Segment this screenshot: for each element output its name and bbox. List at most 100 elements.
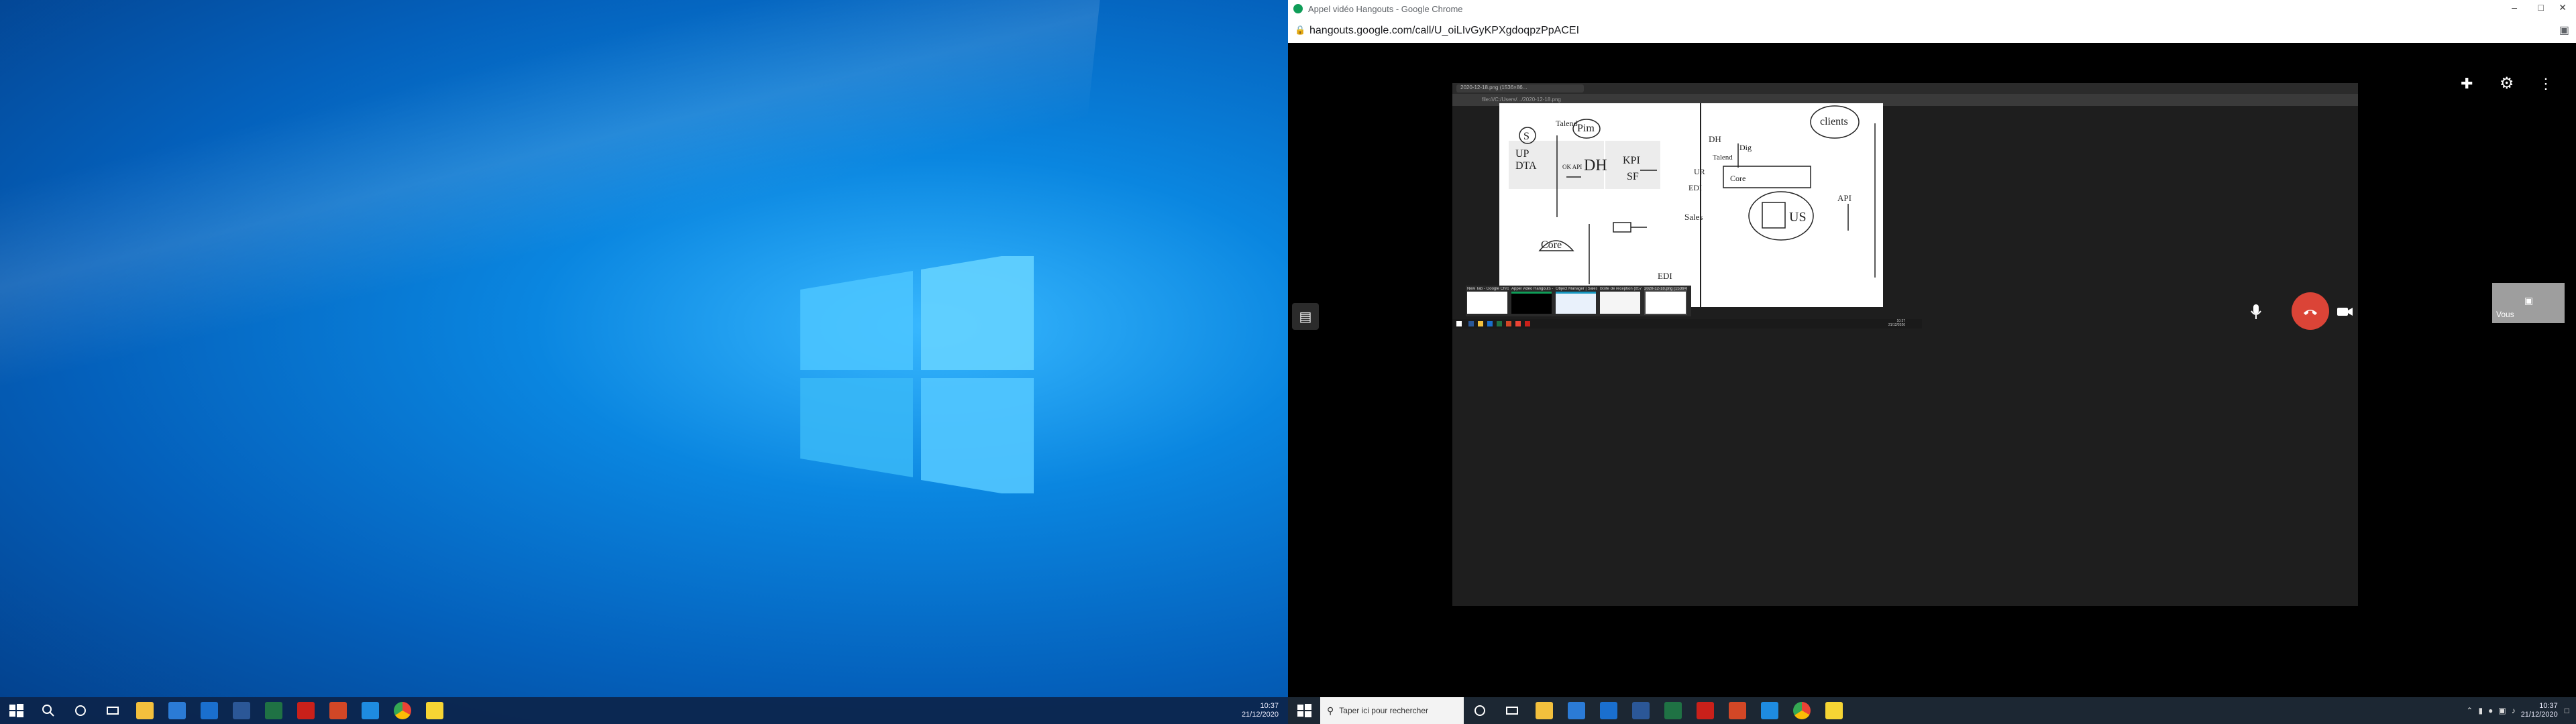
left-clock-time: 10:37 bbox=[1260, 702, 1279, 710]
wb-kpi: KPI bbox=[1623, 155, 1640, 166]
wb-pim: Pim bbox=[1577, 123, 1595, 134]
camera-icon[interactable] bbox=[2334, 302, 2355, 325]
mail-icon[interactable] bbox=[201, 702, 218, 719]
wb-talend: Talend bbox=[1556, 119, 1577, 128]
store-icon[interactable] bbox=[1568, 702, 1585, 719]
task-view-icon[interactable] bbox=[1503, 702, 1521, 719]
more-options-icon[interactable]: ⋮ bbox=[2538, 75, 2553, 93]
mic-tray-icon[interactable]: ● bbox=[2488, 706, 2493, 715]
end-call-icon[interactable] bbox=[2292, 292, 2329, 330]
left-clock[interactable]: 10:37 21/12/2020 bbox=[1242, 702, 1279, 719]
thumbnail-3-title: Boîte de réception (857) - stefa... bbox=[1600, 287, 1642, 291]
acrobat-icon[interactable] bbox=[1697, 702, 1714, 719]
shared-tab-title: 2020-12-18.png (1536×86... bbox=[1460, 84, 1527, 90]
wb-api: API bbox=[1837, 193, 1851, 203]
camera-off-icon: ▣ bbox=[2524, 295, 2534, 306]
thumbnail-4-title: 2020-12-18.png (1536×86... bbox=[1644, 287, 1687, 291]
chat-icon[interactable]: ▤ bbox=[1292, 303, 1319, 330]
wb-clients: clients bbox=[1820, 116, 1848, 127]
wb-ur: UR bbox=[1694, 167, 1705, 176]
notification-icon[interactable]: □ bbox=[2565, 706, 2569, 715]
chevron-up-icon[interactable]: ⌃ bbox=[2466, 706, 2473, 715]
wb-core2: Core bbox=[1730, 174, 1746, 183]
lock-icon: 🔒 bbox=[1295, 25, 1306, 35]
chrome-address-bar[interactable]: 🔒 hangouts.google.com/call/U_oiLIvGyKPXg… bbox=[1288, 19, 2576, 44]
left-clock-date: 21/12/2020 bbox=[1241, 711, 1279, 719]
shared-clock: 10:37 21/12/2020 bbox=[1888, 319, 1905, 327]
thumbnail-1[interactable]: Appel vidéo Hangouts - Google... bbox=[1511, 287, 1553, 315]
wb-up: UP bbox=[1515, 148, 1529, 160]
mail-icon[interactable] bbox=[1600, 702, 1617, 719]
thumbnail-strip: New Tab - Google Chrome Appel vidéo Hang… bbox=[1466, 286, 1691, 316]
excel-icon[interactable] bbox=[265, 702, 282, 719]
shared-tab-bar: 2020-12-18.png (1536×86... bbox=[1452, 83, 2358, 94]
shared-url: file:///C:/Users/.../2020-12-18.png bbox=[1482, 97, 1561, 103]
search-icon[interactable] bbox=[40, 702, 57, 719]
wb-dig: Dig bbox=[1739, 143, 1752, 152]
right-clock-date: 21/12/2020 bbox=[2520, 711, 2558, 719]
file-explorer-icon[interactable] bbox=[136, 702, 154, 719]
mic-icon[interactable] bbox=[2246, 302, 2266, 325]
powerpoint-icon[interactable] bbox=[1729, 702, 1746, 719]
store-icon[interactable] bbox=[168, 702, 186, 719]
windows-icon[interactable] bbox=[1295, 702, 1313, 719]
cast-icon[interactable]: ▣ bbox=[2559, 23, 2569, 37]
search-box[interactable]: ⚲ Taper ici pour rechercher bbox=[1320, 697, 1464, 724]
right-clock-time: 10:37 bbox=[2539, 702, 2558, 710]
edge-icon[interactable] bbox=[362, 702, 379, 719]
search-placeholder: Taper ici pour rechercher bbox=[1339, 706, 1428, 715]
sticky-icon[interactable] bbox=[1825, 702, 1843, 719]
task-view-icon[interactable] bbox=[104, 702, 121, 719]
excel-icon[interactable] bbox=[1664, 702, 1682, 719]
wb-dh: DH bbox=[1584, 157, 1607, 174]
windows-logo-wallpaper bbox=[800, 256, 1034, 493]
wb-talend2: Talend bbox=[1713, 154, 1733, 162]
self-view-tile[interactable]: ▣ Vous bbox=[2492, 283, 2565, 323]
self-label: Vous bbox=[2496, 310, 2514, 319]
minimize-icon[interactable]: – bbox=[2512, 2, 2517, 13]
shared-start-icon bbox=[1456, 321, 1462, 326]
volume-icon[interactable]: ♪ bbox=[2512, 706, 2516, 715]
thumbnail-2[interactable]: Object Manager | Salesforce -... bbox=[1556, 287, 1597, 315]
sticky-icon[interactable] bbox=[426, 702, 443, 719]
shared-screen: 2020-12-18.png (1536×86... file:///C:/Us… bbox=[1452, 83, 2358, 625]
acrobat-icon[interactable] bbox=[297, 702, 315, 719]
display-icon[interactable]: ▣ bbox=[2498, 706, 2506, 715]
chrome-icon[interactable] bbox=[394, 702, 411, 719]
word-icon[interactable] bbox=[1632, 702, 1650, 719]
cortana-icon[interactable] bbox=[72, 702, 89, 719]
right-monitor: Appel vidéo Hangouts - Google Chrome – □… bbox=[1288, 0, 2576, 724]
maximize-icon[interactable]: □ bbox=[2538, 2, 2544, 13]
wb-dta: DTA bbox=[1515, 160, 1537, 172]
thumbnail-0-title: New Tab - Google Chrome bbox=[1467, 287, 1509, 291]
wb-edi: EDI bbox=[1688, 183, 1702, 192]
windows-icon[interactable] bbox=[7, 702, 25, 719]
settings-icon[interactable]: ⚙ bbox=[2500, 74, 2514, 93]
shared-taskbar-icons bbox=[1468, 321, 1636, 326]
right-clock[interactable]: 10:37 21/12/2020 bbox=[2521, 702, 2558, 719]
thumbnail-2-title: Object Manager | Salesforce -... bbox=[1556, 287, 1597, 291]
word-icon[interactable] bbox=[233, 702, 250, 719]
hangouts-top-controls: ✚ ⚙ ⋮ bbox=[2455, 74, 2569, 98]
network-icon[interactable]: ▮ bbox=[2478, 706, 2483, 715]
edge-icon[interactable] bbox=[1761, 702, 1778, 719]
address-url[interactable]: hangouts.google.com/call/U_oiLIvGyKPXgdo… bbox=[1309, 25, 1579, 37]
chrome-title-bar: Appel vidéo Hangouts - Google Chrome – □… bbox=[1288, 0, 2576, 19]
right-taskbar: ⚲ Taper ici pour rechercher ⌃ ▮ ● ▣ ♪ 10… bbox=[1288, 697, 2576, 724]
powerpoint-icon[interactable] bbox=[329, 702, 347, 719]
close-icon[interactable]: ✕ bbox=[2559, 2, 2567, 13]
thumbnail-3[interactable]: Boîte de réception (857) - stefa... bbox=[1600, 287, 1642, 315]
file-explorer-icon[interactable] bbox=[1536, 702, 1553, 719]
chrome-icon[interactable] bbox=[1793, 702, 1811, 719]
left-taskbar: 10:37 21/12/2020 bbox=[0, 697, 1288, 724]
hangouts-favicon-icon bbox=[1293, 4, 1303, 13]
wb-s: S bbox=[1523, 131, 1529, 142]
wb-us: US bbox=[1789, 210, 1807, 225]
wb-sf: SF bbox=[1627, 171, 1639, 182]
wb-dh2: DH bbox=[1709, 134, 1721, 144]
add-person-icon[interactable]: ✚ bbox=[2461, 75, 2473, 93]
thumbnail-0[interactable]: New Tab - Google Chrome bbox=[1467, 287, 1509, 315]
wb-core: Core bbox=[1541, 239, 1562, 251]
thumbnail-4[interactable]: 2020-12-18.png (1536×86... bbox=[1644, 287, 1687, 315]
cortana-icon[interactable] bbox=[1471, 702, 1489, 719]
